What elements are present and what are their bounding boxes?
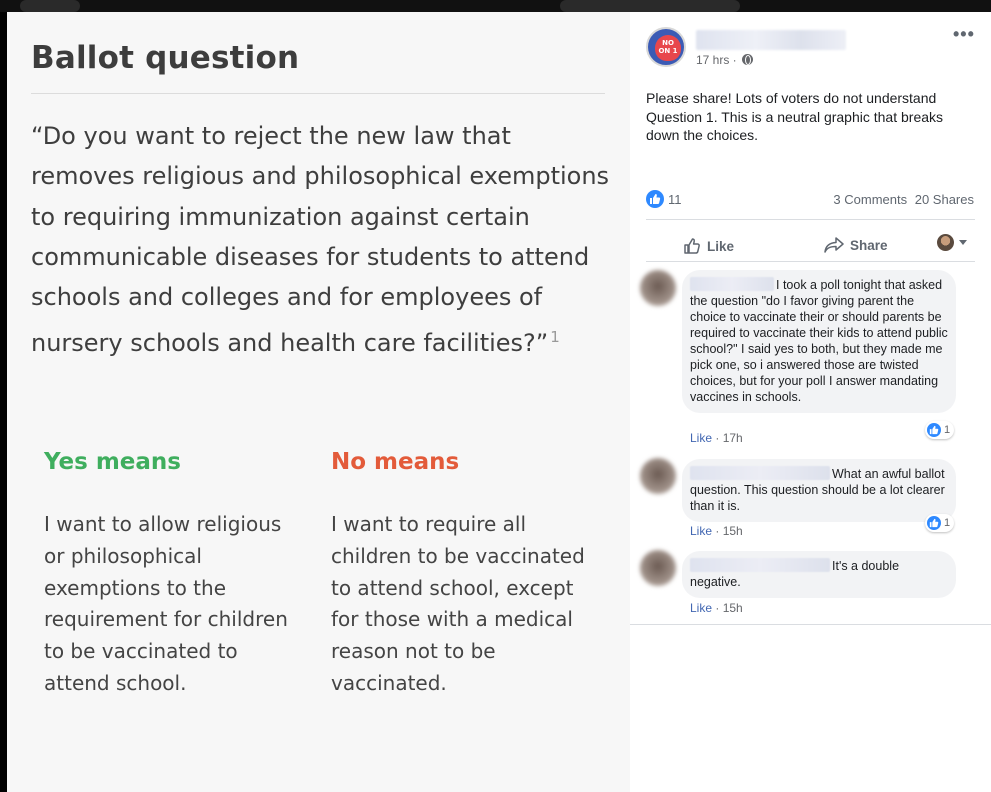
- commenter-name-redacted[interactable]: [690, 466, 830, 480]
- comment-reaction-badge[interactable]: 1: [925, 514, 955, 532]
- comment-text: I took a poll tonight that asked the que…: [690, 278, 948, 404]
- top-strip: [0, 0, 991, 12]
- comments-bottom-divider: [630, 624, 991, 625]
- more-dots-icon[interactable]: •••: [953, 24, 975, 45]
- comment-like-link[interactable]: Like: [690, 601, 712, 615]
- commenter-name-redacted[interactable]: [690, 277, 774, 291]
- comment-bubble: What an awful ballot question. This ques…: [682, 459, 956, 522]
- comment-meta: Like · 15h: [690, 601, 743, 615]
- comment-meta: Like · 15h: [690, 524, 743, 538]
- post-time-text: 17 hrs ·: [696, 53, 737, 67]
- shares-count-link[interactable]: 20 Shares: [915, 192, 974, 207]
- globe-icon: [742, 54, 754, 65]
- comment-reaction-count: 1: [944, 517, 951, 529]
- post-as-selector[interactable]: [937, 234, 967, 251]
- reaction-count[interactable]: 11: [668, 192, 682, 207]
- top-strip-search: [20, 0, 80, 12]
- like-label: Like: [707, 238, 735, 254]
- commenter-avatar[interactable]: [640, 458, 676, 494]
- like-reaction-icon: [927, 423, 941, 437]
- top-strip-nav: [560, 0, 740, 12]
- yes-heading: Yes means: [44, 449, 181, 475]
- image-title: Ballot question: [31, 40, 300, 76]
- comment-meta: Like · 17h: [690, 431, 743, 445]
- comment-like-link[interactable]: Like: [690, 524, 712, 538]
- footnote-marker: 1: [550, 328, 560, 347]
- comment-time[interactable]: 17h: [723, 431, 743, 445]
- like-reaction-icon: [927, 516, 941, 530]
- comment-reaction-count: 1: [944, 424, 951, 436]
- chevron-down-icon: [959, 240, 967, 245]
- commenter-avatar[interactable]: [640, 550, 676, 586]
- commenter-avatar[interactable]: [640, 270, 676, 306]
- share-button[interactable]: Share: [824, 237, 888, 253]
- comment-like-link[interactable]: Like: [690, 431, 712, 445]
- thumbs-up-icon: [684, 238, 700, 254]
- commenter-name-redacted[interactable]: [690, 558, 830, 572]
- comment-bubble: I took a poll tonight that asked the que…: [682, 270, 956, 413]
- actions-top-divider: [646, 219, 975, 220]
- image-divider: [31, 93, 605, 94]
- engagement-counts: 3 Comments 20 Shares: [829, 192, 974, 207]
- share-arrow-icon: [824, 237, 844, 253]
- ballot-question-text: “Do you want to reject the new law that …: [31, 116, 611, 364]
- avatar-heart-logo: NO ON 1: [655, 35, 681, 61]
- comments-count-link[interactable]: 3 Comments: [833, 192, 907, 207]
- comment-reaction-badge[interactable]: 1: [925, 421, 955, 439]
- reaction-summary: 11 3 Comments 20 Shares: [646, 190, 974, 210]
- share-label: Share: [850, 237, 888, 253]
- actions-bottom-divider: [646, 261, 975, 262]
- comment-time[interactable]: 15h: [723, 601, 743, 615]
- page-name-redacted[interactable]: [696, 30, 846, 50]
- no-explanation: I want to require all children to be vac…: [331, 512, 585, 695]
- post-timestamp[interactable]: 17 hrs ·: [696, 53, 754, 67]
- like-button[interactable]: Like: [683, 237, 734, 255]
- no-heading: No means: [331, 449, 460, 475]
- comment-time[interactable]: 15h: [723, 524, 743, 538]
- like-reaction-icon[interactable]: [646, 190, 664, 208]
- post-text: Please share! Lots of voters do not unde…: [646, 90, 944, 143]
- user-avatar: [937, 234, 954, 251]
- yes-explanation: I want to allow religious or philosophic…: [44, 512, 288, 695]
- post-sidebar: NO ON 1 17 hrs · ••• Please share! Lots …: [630, 12, 991, 792]
- page-avatar[interactable]: NO ON 1: [646, 27, 686, 67]
- post-image[interactable]: Ballot question “Do you want to reject t…: [7, 12, 630, 792]
- post-actions-bar: Like Share: [646, 230, 975, 262]
- comment-bubble: It's a double negative.: [682, 551, 956, 598]
- question-text: “Do you want to reject the new law that …: [31, 122, 610, 358]
